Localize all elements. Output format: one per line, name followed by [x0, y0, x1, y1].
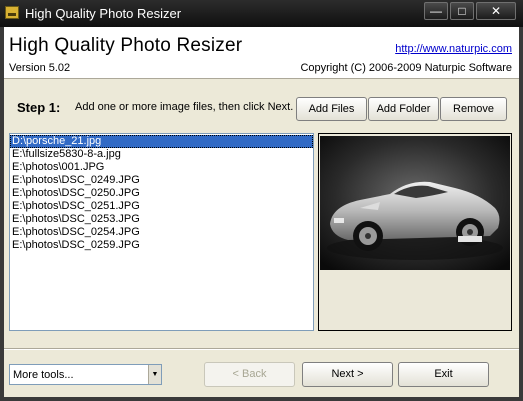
- app-icon: [5, 6, 19, 19]
- chevron-down-icon[interactable]: ▼: [148, 365, 161, 384]
- copyright-label: Copyright (C) 2006-2009 Naturpic Softwar…: [300, 62, 512, 74]
- file-list-item[interactable]: E:\fullsize5830-8-a.jpg: [10, 148, 313, 161]
- app-window: High Quality Photo Resizer — □ ✕ High Qu…: [0, 0, 523, 401]
- file-list-item[interactable]: E:\photos\DSC_0251.JPG: [10, 200, 313, 213]
- back-button[interactable]: < Back: [204, 362, 295, 387]
- exit-button[interactable]: Exit: [398, 362, 489, 387]
- step-label: Step 1:: [17, 100, 61, 115]
- file-list-item[interactable]: E:\photos\DSC_0259.JPG: [10, 239, 313, 252]
- header-panel: High Quality Photo Resizer Version 5.02 …: [4, 27, 519, 79]
- car-photo-icon: [320, 136, 510, 270]
- add-folder-button[interactable]: Add Folder: [368, 97, 439, 121]
- file-list-item[interactable]: E:\photos\DSC_0249.JPG: [10, 174, 313, 187]
- more-tools-dropdown[interactable]: More tools... ▼: [9, 364, 162, 385]
- remove-button[interactable]: Remove: [440, 97, 507, 121]
- file-list-item[interactable]: E:\photos\DSC_0253.JPG: [10, 213, 313, 226]
- client-area: High Quality Photo Resizer Version 5.02 …: [4, 27, 519, 397]
- file-list-item[interactable]: D:\porsche_21.jpg: [10, 135, 313, 148]
- more-tools-value: More tools...: [13, 369, 74, 381]
- file-list[interactable]: D:\porsche_21.jpg E:\fullsize5830-8-a.jpg…: [9, 133, 314, 331]
- website-link[interactable]: http://www.naturpic.com: [395, 43, 512, 55]
- divider: [4, 348, 519, 350]
- minimize-button[interactable]: —: [424, 2, 448, 20]
- app-title: High Quality Photo Resizer: [9, 35, 243, 56]
- add-files-button[interactable]: Add Files: [296, 97, 367, 121]
- window-title: High Quality Photo Resizer: [25, 6, 182, 21]
- close-button[interactable]: ✕: [476, 2, 516, 20]
- file-list-item[interactable]: E:\photos\001.JPG: [10, 161, 313, 174]
- image-preview: [318, 133, 512, 331]
- step-instructions: Add one or more image files, then click …: [75, 101, 294, 113]
- file-list-item[interactable]: E:\photos\DSC_0254.JPG: [10, 226, 313, 239]
- next-button[interactable]: Next >: [302, 362, 393, 387]
- version-label: Version 5.02: [9, 62, 71, 74]
- title-bar[interactable]: High Quality Photo Resizer — □ ✕: [0, 0, 523, 27]
- file-list-item[interactable]: E:\photos\DSC_0250.JPG: [10, 187, 313, 200]
- maximize-button[interactable]: □: [450, 2, 474, 20]
